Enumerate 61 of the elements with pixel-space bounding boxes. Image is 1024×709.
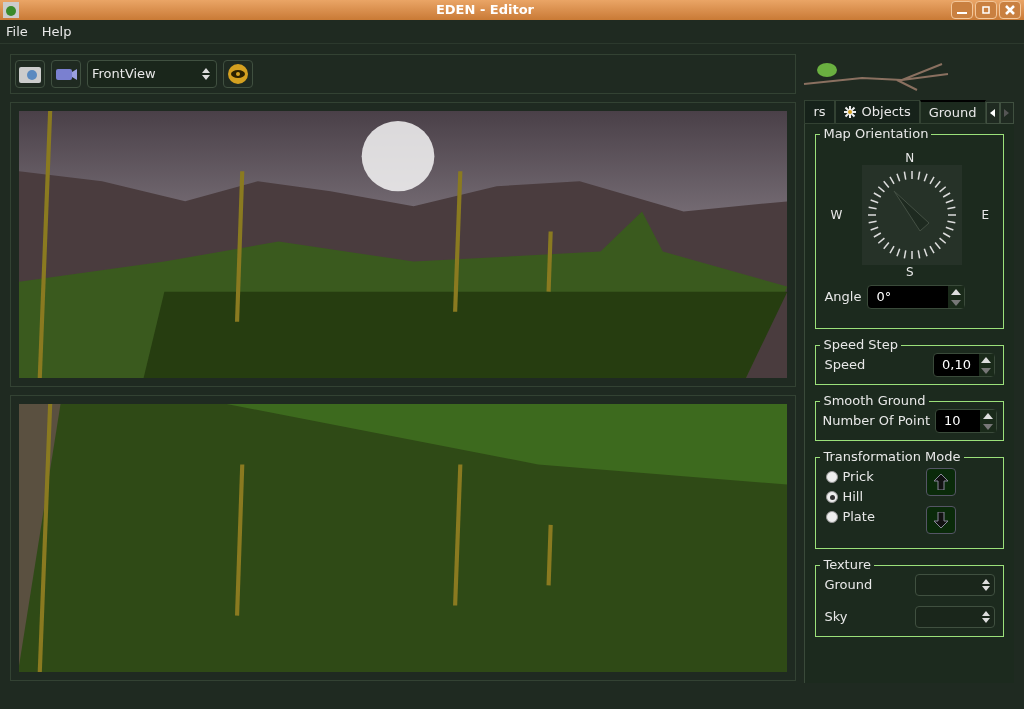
compass-label: W	[830, 207, 843, 224]
eye-icon	[227, 63, 249, 85]
select-value: FrontView	[91, 65, 157, 84]
spin-field[interactable]: 0,10	[933, 353, 995, 377]
texture-label: Ground	[824, 576, 873, 595]
texture-select[interactable]	[915, 574, 995, 596]
camera-icon	[18, 64, 42, 84]
minimize-icon	[957, 12, 967, 14]
radio-button[interactable]	[826, 511, 839, 523]
down-arrow-icon[interactable]	[981, 367, 992, 374]
point-count-label: Number Of Point	[822, 412, 930, 431]
up-arrow-icon[interactable]	[983, 412, 993, 419]
tab[interactable]: Ground	[919, 100, 986, 124]
up-arrow-icon[interactable]	[951, 288, 962, 295]
field-value: 0°	[875, 288, 893, 306]
flower-icon	[843, 106, 856, 118]
compass-label: N	[905, 151, 915, 165]
radio-button[interactable]	[826, 471, 839, 483]
group-title: Speed Step	[820, 336, 901, 354]
compass-label: E	[981, 207, 989, 224]
radio-option[interactable]: Prick	[826, 468, 927, 486]
group-title: Map Orientation	[820, 125, 932, 143]
angle-label: Angle	[824, 288, 862, 307]
texture-label: Sky	[824, 608, 848, 627]
compass-dial[interactable]	[861, 165, 962, 265]
minimize-button[interactable]	[951, 1, 973, 19]
snapshot-button[interactable]	[15, 60, 45, 88]
tab[interactable]: Objects	[834, 100, 920, 124]
view-select[interactable]: FrontView	[87, 60, 217, 88]
updown-arrow-icon	[982, 579, 990, 591]
close-button[interactable]	[999, 1, 1021, 19]
down-arrow-icon[interactable]	[983, 423, 993, 430]
right-arrow-icon	[1004, 109, 1009, 117]
menu-item[interactable]: File	[6, 21, 28, 42]
left-arrow-icon	[990, 109, 995, 117]
radio-button[interactable]	[826, 491, 839, 503]
close-icon	[1005, 5, 1015, 15]
field-value: 0,10	[941, 356, 972, 374]
window-title: EDEN - Editor	[434, 1, 536, 20]
radio-option[interactable]: Plate	[826, 508, 927, 526]
down-arrow-icon	[934, 512, 949, 528]
up-arrow-icon[interactable]	[981, 356, 992, 363]
maximize-icon	[981, 5, 991, 15]
tab[interactable]: rs	[804, 100, 835, 124]
lower-button[interactable]	[926, 506, 957, 534]
down-arrow-icon[interactable]	[951, 299, 962, 306]
texture-select[interactable]	[915, 606, 995, 628]
spin-field[interactable]: 0°	[867, 285, 966, 309]
compass-label: S	[905, 265, 914, 279]
field-value: 10	[943, 412, 962, 430]
radio-option[interactable]: Hill	[826, 488, 927, 506]
record-button[interactable]	[51, 60, 81, 88]
up-arrow-icon	[934, 474, 949, 490]
raise-button[interactable]	[926, 468, 957, 496]
menu-item[interactable]: Help	[41, 21, 72, 42]
updown-arrow-icon	[202, 68, 210, 80]
spin-field[interactable]: 10	[935, 409, 997, 433]
view-button[interactable]	[223, 60, 253, 88]
scroll-left-button[interactable]	[985, 102, 1000, 124]
speed-label: Speed	[824, 356, 866, 375]
updown-arrow-icon	[982, 611, 990, 623]
